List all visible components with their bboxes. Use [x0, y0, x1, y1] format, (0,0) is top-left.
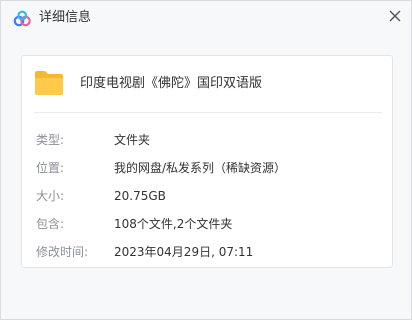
folder-icon [35, 71, 63, 95]
detail-value: 2023年04月29日, 07:11 [114, 245, 254, 259]
file-name: 印度电视剧《佛陀》国印双语版 [80, 76, 263, 91]
divider [34, 112, 382, 113]
detail-row-size: 大小: 20.75GB [36, 188, 386, 204]
details-card: 印度电视剧《佛陀》国印双语版 类型: 文件夹 位置: 我的网盘/私发系列（稀缺资… [21, 55, 393, 268]
close-button[interactable] [385, 6, 405, 26]
dialog-title: 详细信息 [39, 10, 92, 25]
detail-row-location: 位置: 我的网盘/私发系列（稀缺资源） [36, 160, 386, 176]
cloud-drive-logo-icon [13, 10, 31, 27]
detail-label: 位置: [36, 161, 65, 175]
detail-label: 包含: [36, 217, 65, 231]
detail-value: 我的网盘/私发系列（稀缺资源） [114, 161, 287, 175]
detail-value: 108个文件,2个文件夹 [114, 217, 233, 231]
detail-label: 修改时间: [36, 245, 89, 259]
title-bar: 详细信息 [1, 1, 411, 35]
detail-value: 文件夹 [114, 133, 151, 147]
detail-row-type: 类型: 文件夹 [36, 132, 386, 148]
detail-value: 20.75GB [114, 189, 166, 203]
detail-label: 大小: [36, 189, 65, 203]
detail-label: 类型: [36, 133, 65, 147]
details-dialog: 详细信息 印度电视剧《佛陀》国印双语版 类型: 文件夹 位置: 我的网盘/私发系… [0, 0, 412, 320]
detail-row-modified: 修改时间: 2023年04月29日, 07:11 [36, 244, 386, 260]
detail-row-contains: 包含: 108个文件,2个文件夹 [36, 216, 386, 232]
close-icon [389, 10, 401, 22]
